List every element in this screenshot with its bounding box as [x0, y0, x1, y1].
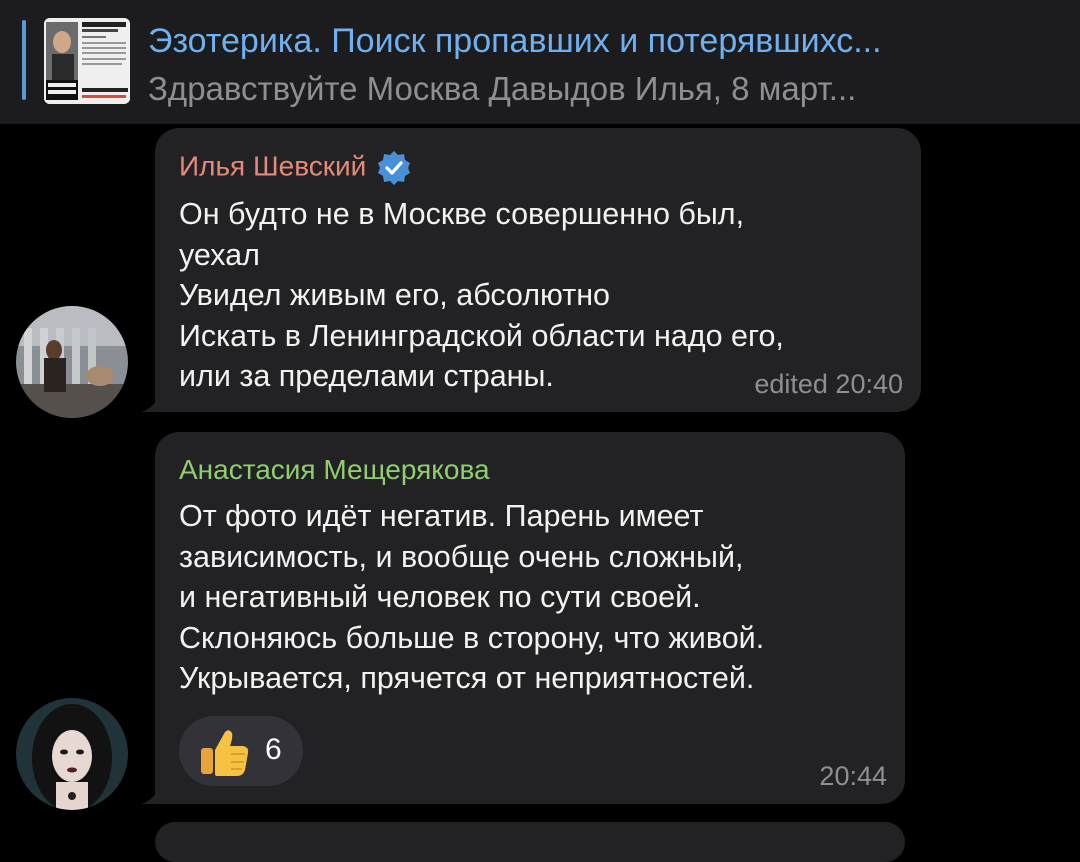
message-time: 20:44 — [819, 761, 887, 791]
message-line: От фото идёт негатив. Парень имеет — [179, 499, 704, 533]
message-text: Он будто не в Москве совершенно был, уех… — [179, 194, 784, 397]
message-bubble[interactable]: Анастасия Мещерякова От фото идёт негати… — [155, 432, 905, 804]
message-text: От фото идёт негатив. Парень имеет завис… — [179, 496, 764, 699]
message-line: и негативный человек по сути своей. — [179, 580, 701, 614]
message-line: уехал — [179, 237, 260, 272]
reaction-count: 6 — [265, 733, 282, 766]
pinned-chat-title: Эзотерика. Поиск пропавших и потерявшихс… — [148, 22, 882, 60]
message-bubble[interactable] — [155, 822, 905, 862]
sender-name[interactable]: Анастасия Мещерякова — [179, 454, 490, 486]
message-edited-time: edited 20:40 — [754, 369, 903, 399]
message-line: зависимость, и вообще очень сложный, — [179, 539, 744, 574]
avatar[interactable] — [16, 698, 128, 810]
avatar[interactable] — [16, 306, 128, 418]
reaction-button[interactable]: 6 — [179, 716, 303, 786]
message-bubble[interactable]: Илья Шевский Он будто не в Москве соверш… — [155, 128, 921, 412]
pinned-message-preview: Здравствуйте Москва Давыдов Илья, 8 март… — [148, 70, 857, 107]
thumbs-up-icon — [201, 730, 249, 776]
message-line: Искать в Ленинградской области надо его, — [179, 318, 784, 353]
message-line: Склоняюсь больше в сторону, что живой. — [179, 620, 765, 655]
pinned-message-bar[interactable]: Эзотерика. Поиск пропавших и потерявшихс… — [0, 0, 1080, 124]
pin-indicator — [22, 20, 26, 100]
pinned-thumbnail — [44, 18, 130, 104]
message-line: Увидел живым его, абсолютно — [179, 278, 611, 312]
message-line: или за пределами страны. — [179, 359, 554, 393]
sender-name[interactable]: Илья Шевский — [179, 150, 412, 186]
message-line: Укрывается, прячется от неприятностей. — [179, 661, 755, 695]
message-line: Он будто не в Москве совершенно был, — [179, 197, 745, 231]
verified-badge-icon — [378, 151, 411, 185]
